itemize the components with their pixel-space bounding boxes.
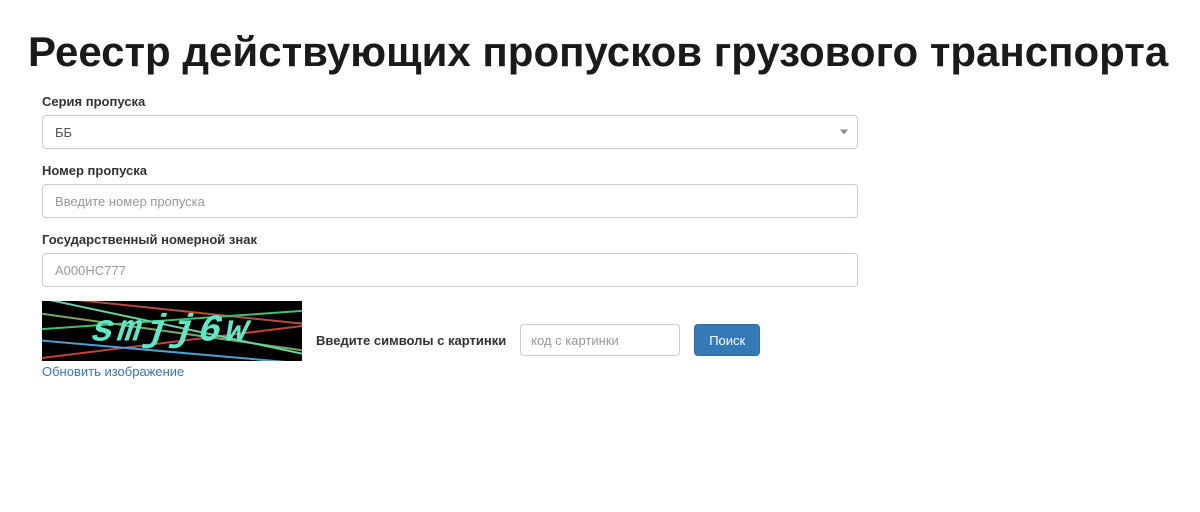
plate-input[interactable]: [42, 253, 858, 287]
series-select[interactable]: ББ: [42, 115, 858, 149]
captcha-input[interactable]: [520, 324, 680, 356]
search-form: Серия пропуска ББ Номер пропуска Государ…: [0, 94, 900, 379]
captcha-image: smjj6w: [42, 301, 302, 361]
plate-group: Государственный номерной знак: [42, 232, 858, 287]
captcha-text: smjj6w: [89, 310, 256, 353]
search-button[interactable]: Поиск: [694, 324, 760, 356]
captcha-row: smjj6w Обновить изображение Введите симв…: [42, 301, 858, 379]
series-select-wrapper: ББ: [42, 115, 858, 149]
captcha-block: smjj6w Обновить изображение: [42, 301, 302, 379]
series-label: Серия пропуска: [42, 94, 858, 109]
series-group: Серия пропуска ББ: [42, 94, 858, 149]
page-title: Реестр действующих пропусков грузового т…: [28, 28, 1172, 76]
refresh-captcha-link[interactable]: Обновить изображение: [42, 364, 302, 379]
captcha-prompt-label: Введите символы с картинки: [316, 333, 506, 348]
number-input[interactable]: [42, 184, 858, 218]
number-label: Номер пропуска: [42, 163, 858, 178]
plate-label: Государственный номерной знак: [42, 232, 858, 247]
number-group: Номер пропуска: [42, 163, 858, 218]
